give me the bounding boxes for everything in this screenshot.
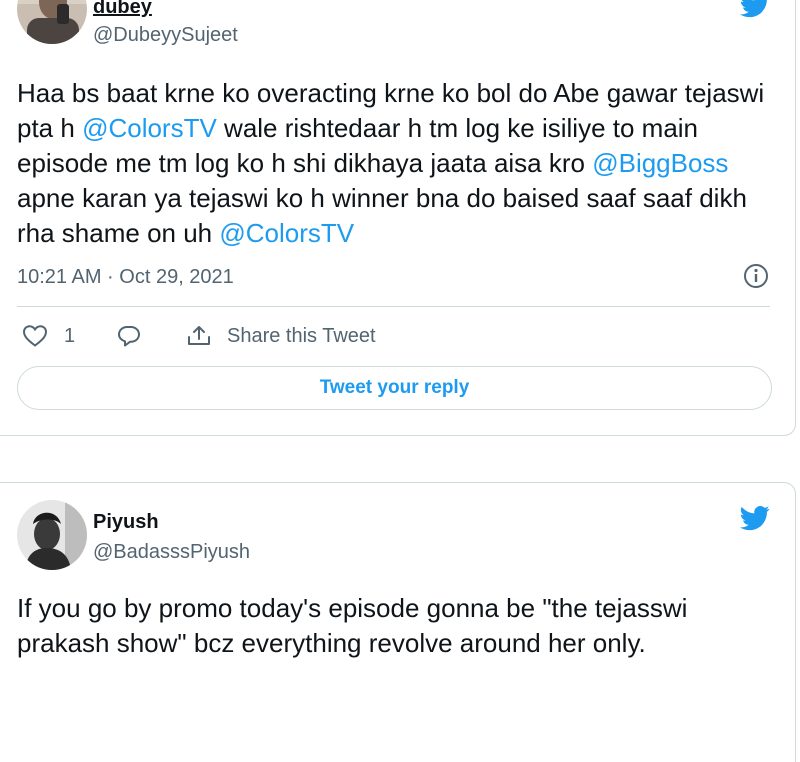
divider: [17, 306, 770, 307]
share-upload-icon: [186, 324, 212, 348]
tweet-text: Haa bs baat krne ko overacting krne ko b…: [17, 76, 775, 251]
reply-icon-button[interactable]: [116, 324, 142, 348]
heart-icon: [22, 324, 48, 348]
tweet-text: If you go by promo today's episode gonna…: [17, 591, 775, 661]
twitter-bird-icon[interactable]: [738, 503, 772, 533]
tweet-author-handle[interactable]: @BadasssPiyush: [93, 541, 250, 564]
tweet-your-reply-button[interactable]: Tweet your reply: [17, 366, 772, 410]
share-label: Share this Tweet: [227, 324, 376, 347]
info-icon[interactable]: [742, 262, 770, 290]
tweet-author-handle[interactable]: @DubeyySujeet: [93, 24, 238, 47]
speech-bubble-icon: [116, 324, 142, 348]
like-count: 1: [64, 324, 76, 347]
share-button[interactable]: Share this Tweet: [186, 324, 376, 348]
mention-link[interactable]: @BiggBoss: [592, 148, 728, 178]
tweet-card-1: dubey @DubeyySujeet Haa bs baat krne ko …: [0, 0, 796, 436]
mention-link[interactable]: @ColorsTV: [219, 218, 354, 248]
twitter-bird-icon[interactable]: [738, 0, 772, 20]
avatar[interactable]: [17, 500, 87, 570]
tweet-timestamp[interactable]: 10:21 AM · Oct 29, 2021: [17, 266, 234, 289]
tweet-text-run: apne karan ya tejaswi ko h winner bna do…: [17, 183, 747, 248]
tweet-author-name[interactable]: Piyush: [93, 511, 159, 534]
tweet-card-2: Piyush @BadasssPiyush If you go by promo…: [0, 482, 796, 762]
like-button[interactable]: 1: [22, 324, 75, 348]
mention-link[interactable]: @ColorsTV: [82, 113, 217, 143]
avatar[interactable]: [17, 0, 87, 44]
tweet-author-name[interactable]: dubey: [93, 0, 152, 19]
tweet-text-run: If you go by promo today's episode gonna…: [17, 593, 688, 658]
